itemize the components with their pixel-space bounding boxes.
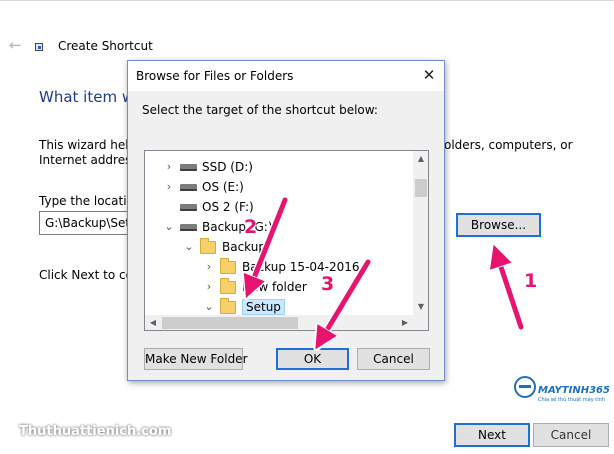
annotation-arrow-2-fill bbox=[250, 197, 288, 288]
annotation-overlay bbox=[0, 196, 525, 454]
annotation-number-3: 3 bbox=[321, 273, 335, 295]
annotation-number-1: 1 bbox=[524, 270, 538, 292]
annotation-arrow-1-fill bbox=[497, 255, 524, 330]
annotation-number-2: 2 bbox=[244, 216, 258, 238]
